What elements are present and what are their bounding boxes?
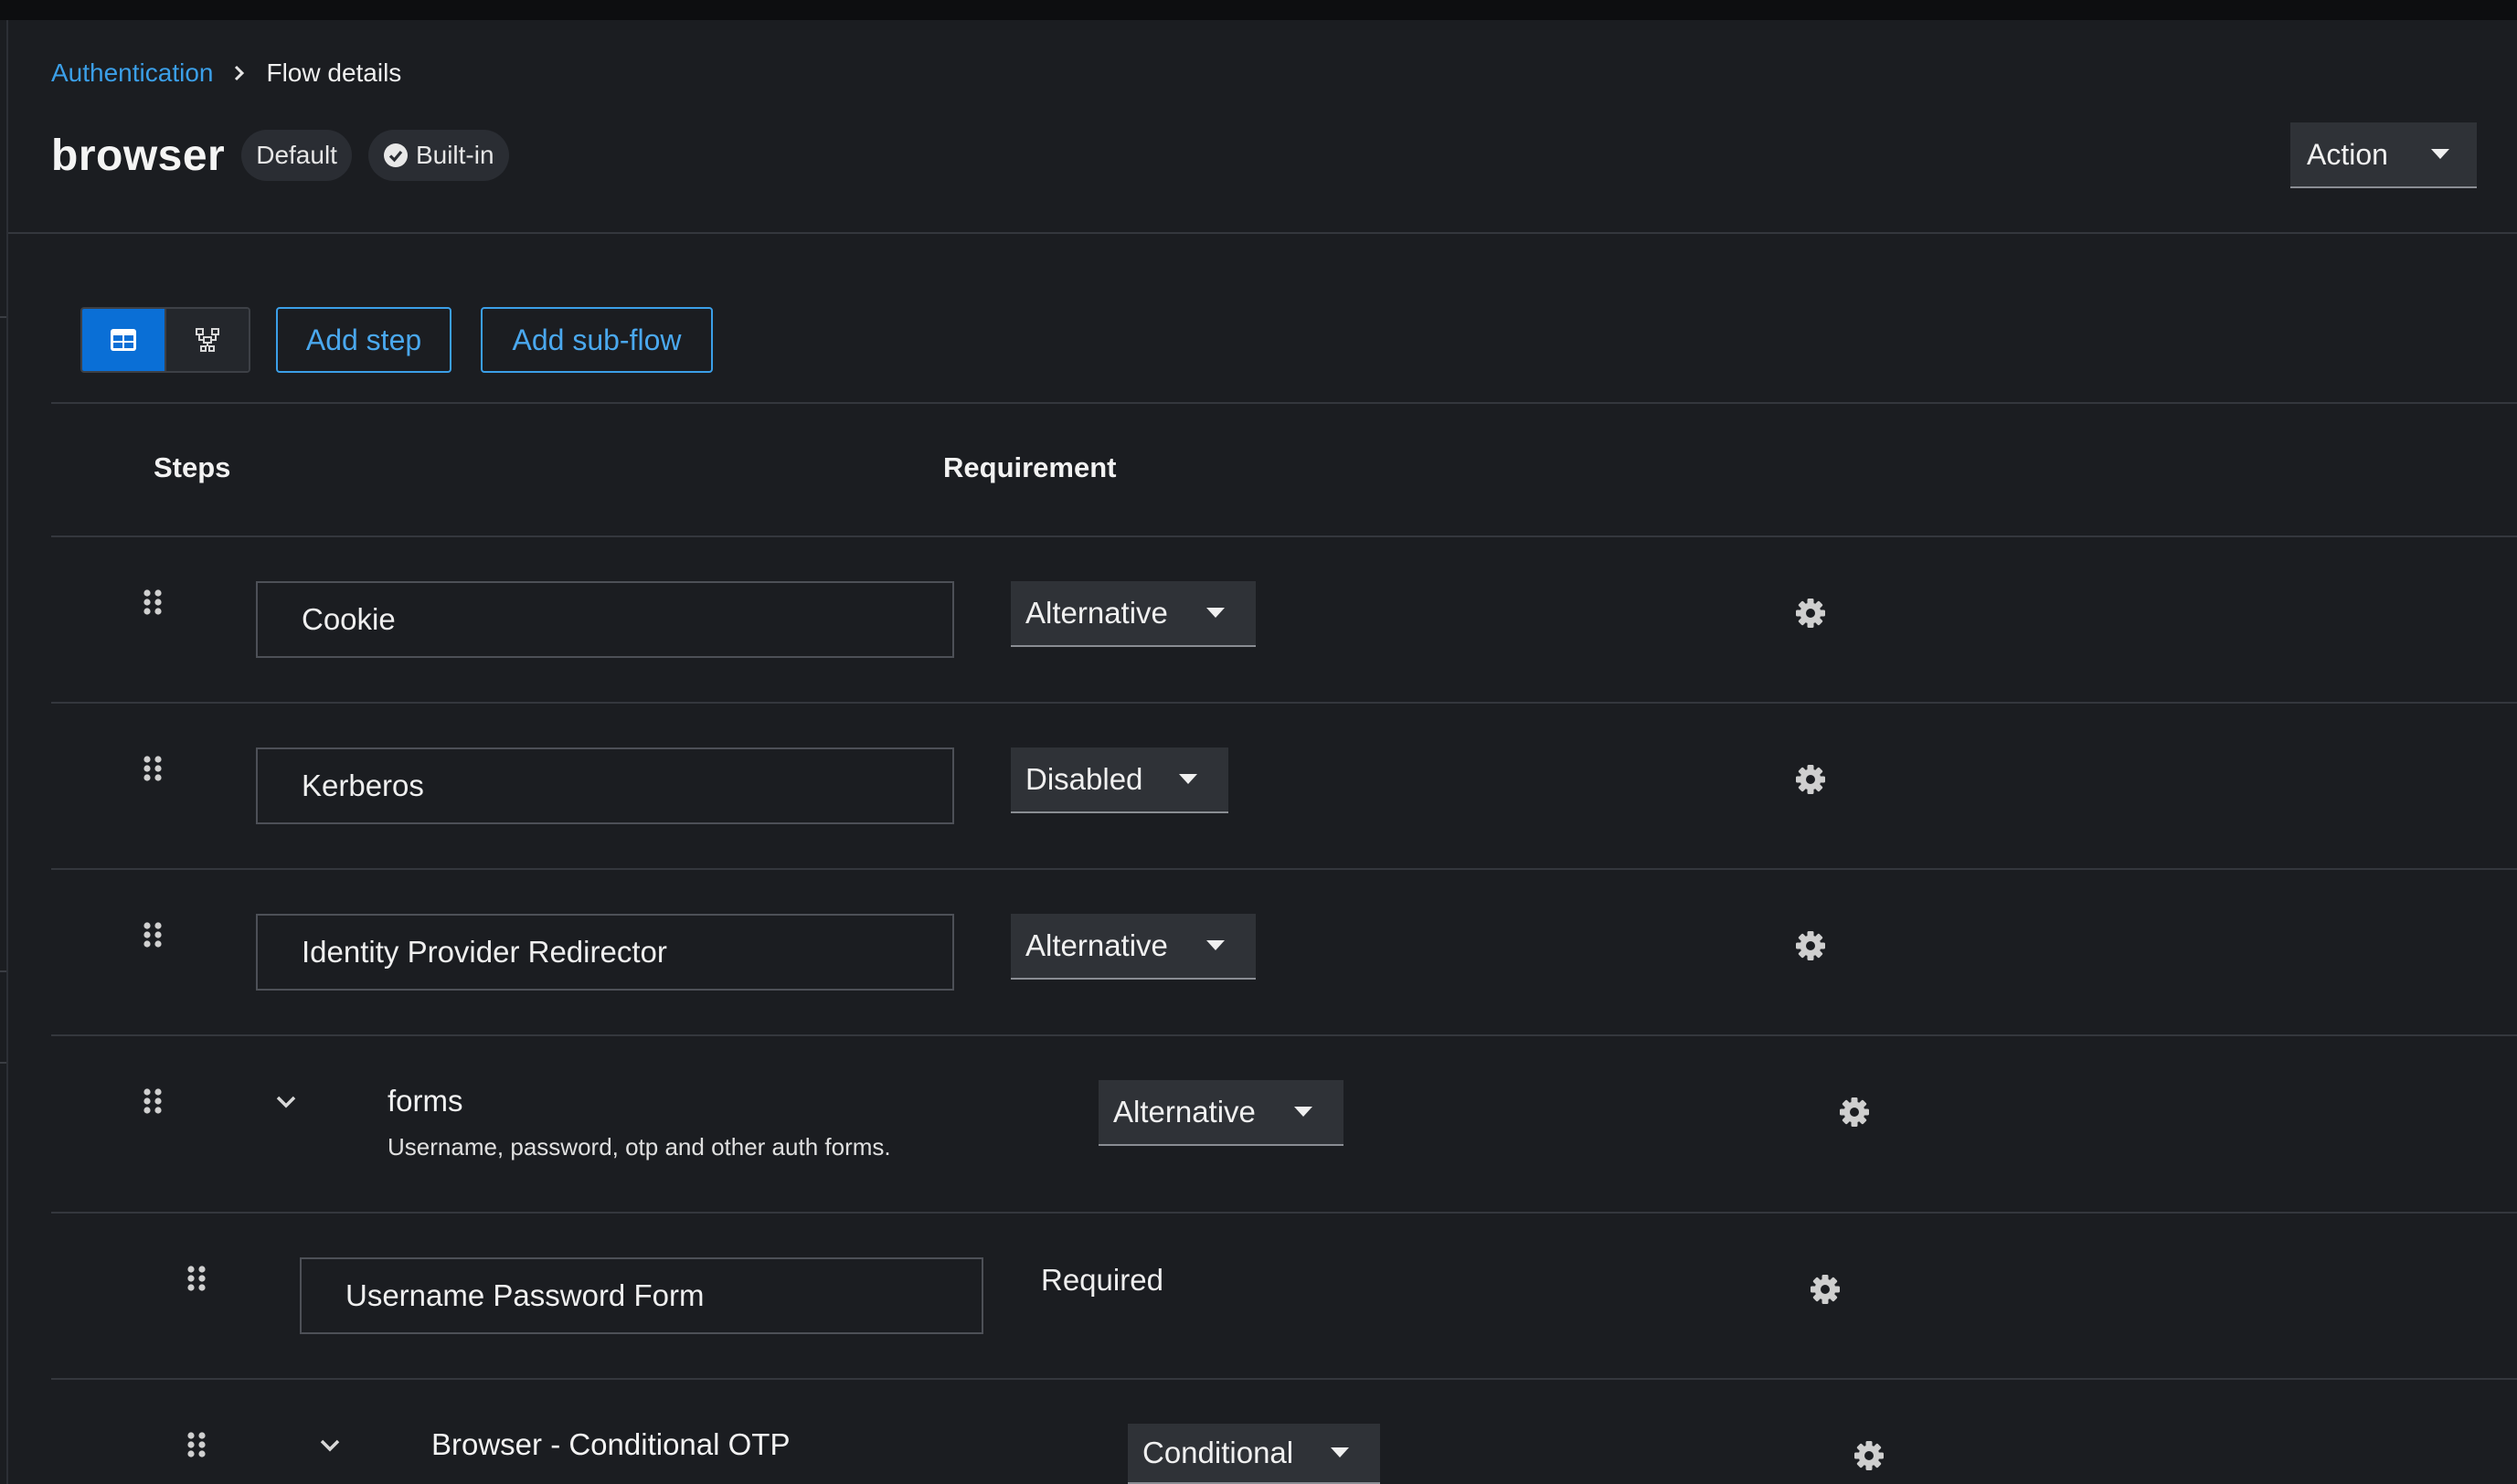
add-step-button[interactable]: Add step [276, 307, 451, 373]
gear-icon[interactable] [1795, 764, 1826, 795]
breadcrumb-current: Flow details [266, 58, 402, 87]
requirement-select[interactable]: Alternative [1099, 1080, 1343, 1146]
step-name-box: Identity Provider Redirector [256, 914, 954, 991]
step-name-box: Kerberos [256, 747, 954, 824]
row-divider [51, 1378, 2517, 1380]
check-circle-icon [383, 143, 408, 167]
caret-down-icon [1206, 608, 1225, 618]
requirement-value: Conditional [1142, 1436, 1294, 1469]
steps-column-header: Steps [154, 451, 231, 483]
gear-icon[interactable] [1839, 1097, 1870, 1128]
gear-icon[interactable] [1795, 598, 1826, 629]
built-in-badge: Built-in [367, 130, 509, 181]
header-divider-line [51, 535, 2517, 537]
subflow-description: Username, password, otp and other auth f… [388, 1133, 891, 1161]
table-view-icon [111, 329, 136, 351]
breadcrumb-authentication-link[interactable]: Authentication [51, 58, 213, 88]
row-divider [51, 868, 2517, 870]
requirement-value: Alternative [1025, 596, 1168, 630]
action-label: Action [2307, 137, 2388, 171]
page-header: browser Default Built-in [51, 126, 509, 185]
table-view-toggle[interactable] [82, 309, 165, 371]
add-subflow-button[interactable]: Add sub-flow [481, 307, 713, 373]
caret-down-icon [1331, 1447, 1349, 1458]
requirement-value: Alternative [1025, 928, 1168, 962]
page-title: browser [51, 131, 226, 180]
row-divider [51, 702, 2517, 704]
gear-icon[interactable] [1810, 1274, 1841, 1305]
drag-handle-icon[interactable] [143, 1087, 163, 1115]
step-name: Cookie [302, 602, 396, 636]
badge-label: Built-in [415, 141, 494, 169]
drag-handle-icon[interactable] [143, 588, 163, 616]
subflow-title: Browser - Conditional OTP [431, 1427, 791, 1461]
requirement-value: Alternative [1113, 1095, 1256, 1129]
subflow-title: forms [388, 1084, 463, 1118]
requirement-value: Disabled [1025, 762, 1143, 796]
step-name-box: Username Password Form [300, 1257, 983, 1334]
header-divider [8, 232, 2517, 234]
default-badge: Default [241, 130, 352, 181]
chevron-down-icon[interactable] [317, 1436, 343, 1455]
breadcrumb: Authentication Flow details [51, 55, 401, 91]
view-toggle [80, 307, 250, 373]
step-name: Identity Provider Redirector [302, 935, 667, 969]
diagram-view-toggle[interactable] [165, 309, 249, 371]
drag-handle-icon[interactable] [186, 1265, 207, 1292]
requirement-select[interactable]: Alternative [1011, 581, 1256, 647]
requirement-select[interactable]: Conditional [1128, 1424, 1380, 1484]
caret-down-icon [1179, 774, 1197, 784]
step-name: Username Password Form [345, 1278, 705, 1312]
badge-label: Default [256, 141, 337, 169]
drag-handle-icon[interactable] [186, 1431, 207, 1458]
left-notch [0, 970, 6, 972]
chevron-right-icon [233, 65, 246, 81]
requirement-select[interactable]: Alternative [1011, 914, 1256, 980]
left-notch [0, 1062, 6, 1064]
diagram-view-icon [196, 328, 219, 352]
gear-icon[interactable] [1795, 930, 1826, 961]
chevron-down-icon[interactable] [273, 1093, 299, 1111]
step-name: Kerberos [302, 768, 424, 802]
requirement-column-header: Requirement [943, 451, 1117, 483]
caret-down-icon [2431, 149, 2449, 159]
left-notch [0, 316, 6, 318]
left-divider [6, 20, 8, 1484]
requirement-value: Required [1041, 1263, 1163, 1297]
step-name-box: Cookie [256, 581, 954, 658]
gear-icon[interactable] [1853, 1440, 1885, 1471]
action-dropdown[interactable]: Action [2290, 122, 2477, 188]
row-divider [51, 1212, 2517, 1214]
table-top-divider [51, 402, 2517, 404]
drag-handle-icon[interactable] [143, 921, 163, 949]
row-divider [51, 1034, 2517, 1036]
top-bar [0, 0, 2517, 20]
drag-handle-icon[interactable] [143, 755, 163, 782]
caret-down-icon [1206, 940, 1225, 950]
caret-down-icon [1294, 1107, 1312, 1117]
requirement-select[interactable]: Disabled [1011, 747, 1228, 813]
